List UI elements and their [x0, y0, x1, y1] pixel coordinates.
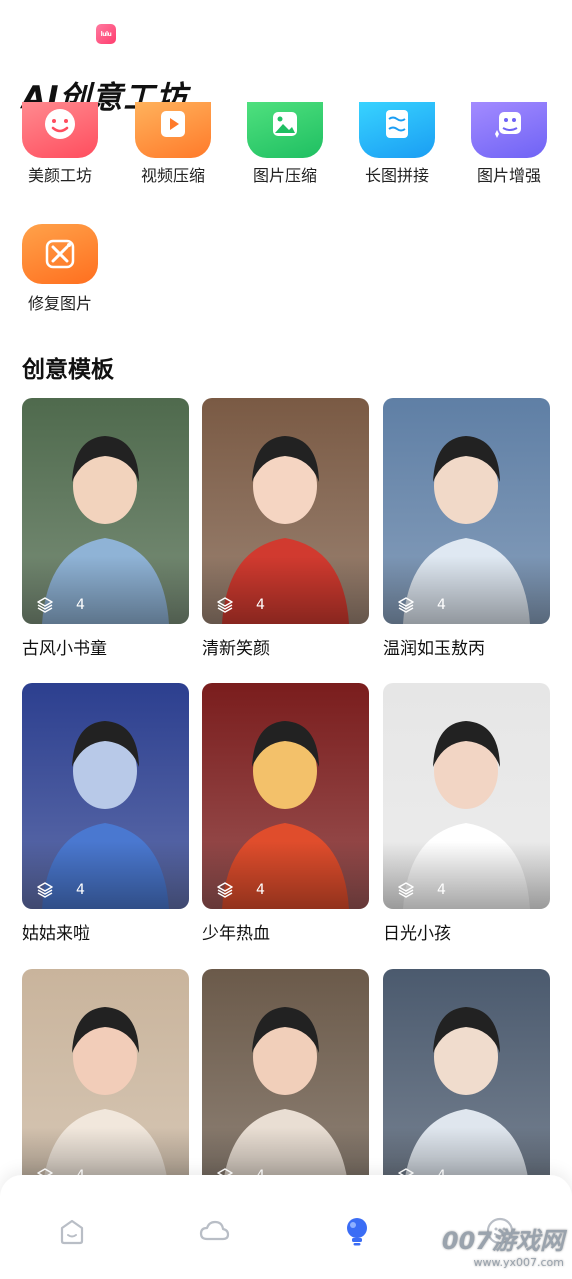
- cloud-icon: [199, 1220, 230, 1241]
- tool-label: 视频压缩: [140, 166, 205, 185]
- template-thumbnail: 4: [202, 398, 369, 624]
- tool-repair-image[interactable]: 修复图片: [4, 224, 116, 314]
- bulb-icon: [347, 1218, 367, 1246]
- template-name: 日光小孩: [383, 924, 451, 944]
- portrait-image: [202, 398, 369, 624]
- template-card[interactable]: 4 温润如玉敖丙: [383, 398, 550, 659]
- tool-long-stitch[interactable]: 长图拼接: [341, 102, 453, 212]
- tool-label: 修复图片: [27, 294, 92, 313]
- layers-icon: [217, 882, 233, 898]
- template-meta: 4: [216, 596, 265, 614]
- portrait-image: [22, 398, 189, 624]
- template-meta: 4: [397, 881, 446, 899]
- template-thumbnail: 4: [383, 683, 550, 909]
- tool-tile: [247, 102, 323, 158]
- video-play-icon: [161, 111, 185, 137]
- portrait-image: [22, 969, 189, 1195]
- tool-image-compress[interactable]: 图片压缩: [229, 102, 341, 212]
- template-meta: 4: [216, 881, 265, 899]
- layers-icon: [398, 597, 414, 613]
- portrait-image: [22, 683, 189, 909]
- section-title-templates: 创意模板: [22, 357, 114, 383]
- template-count: 4: [76, 597, 85, 613]
- tool-beauty-workshop[interactable]: 美颜工坊: [4, 102, 116, 212]
- template-meta: 4: [36, 881, 85, 899]
- tool-label: 美颜工坊: [27, 166, 92, 185]
- tool-tile: [22, 224, 98, 284]
- portrait-image: [202, 683, 369, 909]
- image-icon: [273, 112, 297, 136]
- tool-tile: [359, 102, 435, 158]
- template-name: 温润如玉敖丙: [383, 639, 485, 659]
- tab-cloud[interactable]: [194, 1211, 234, 1251]
- template-name: 姑姑来啦: [22, 924, 90, 944]
- template-count: 4: [256, 882, 265, 898]
- sparkle-image-icon: [495, 112, 521, 138]
- template-count: 4: [76, 882, 85, 898]
- template-card[interactable]: 4: [22, 969, 189, 1205]
- template-card[interactable]: 4 姑姑来啦: [22, 683, 189, 944]
- tool-label: 长图拼接: [364, 166, 429, 185]
- repair-tools-icon: [45, 239, 75, 269]
- bottom-tab-bar: 007游戏网 www.yx007.com: [0, 1175, 572, 1279]
- tool-video-compress[interactable]: 视频压缩: [117, 102, 229, 212]
- stitch-icon: [386, 110, 408, 138]
- template-count: 4: [437, 882, 446, 898]
- tool-tile: [135, 102, 211, 158]
- tool-label: 图片增强: [476, 166, 541, 185]
- portrait-image: [383, 683, 550, 909]
- tool-tile: [22, 102, 98, 158]
- template-card[interactable]: 4 清新笑颜: [202, 398, 369, 659]
- layers-icon: [398, 882, 414, 898]
- template-thumbnail: 4: [202, 683, 369, 909]
- app-logo: lulu: [96, 24, 116, 44]
- template-thumbnail: 4: [22, 398, 189, 624]
- template-thumbnail: 4: [22, 969, 189, 1195]
- template-card[interactable]: 4: [383, 969, 550, 1205]
- template-meta: 4: [36, 596, 85, 614]
- template-card[interactable]: 4: [202, 969, 369, 1205]
- template-meta: 4: [397, 596, 446, 614]
- template-card[interactable]: 4 日光小孩: [383, 683, 550, 944]
- tab-creative[interactable]: [337, 1211, 377, 1251]
- watermark: 007游戏网 www.yx007.com: [441, 1227, 564, 1269]
- template-thumbnail: 4: [202, 969, 369, 1195]
- template-thumbnail: 4: [22, 683, 189, 909]
- template-name: 少年热血: [202, 924, 270, 944]
- portrait-image: [202, 969, 369, 1195]
- tool-tile: [471, 102, 547, 158]
- portrait-image: [383, 398, 550, 624]
- layers-icon: [37, 597, 53, 613]
- home-icon: [60, 1219, 84, 1245]
- layers-icon: [37, 882, 53, 898]
- template-thumbnail: 4: [383, 398, 550, 624]
- template-count: 4: [437, 597, 446, 613]
- portrait-image: [383, 969, 550, 1195]
- smile-face-icon: [45, 109, 75, 139]
- layers-icon: [217, 597, 233, 613]
- tool-image-enhance[interactable]: 图片增强: [453, 102, 565, 212]
- template-count: 4: [256, 597, 265, 613]
- template-name: 古风小书童: [22, 639, 107, 659]
- tab-home[interactable]: [52, 1211, 92, 1251]
- tool-label: 图片压缩: [252, 166, 317, 185]
- template-thumbnail: 4: [383, 969, 550, 1195]
- template-card[interactable]: 4 古风小书童: [22, 398, 189, 659]
- template-card[interactable]: 4 少年热血: [202, 683, 369, 944]
- template-name: 清新笑颜: [202, 639, 270, 659]
